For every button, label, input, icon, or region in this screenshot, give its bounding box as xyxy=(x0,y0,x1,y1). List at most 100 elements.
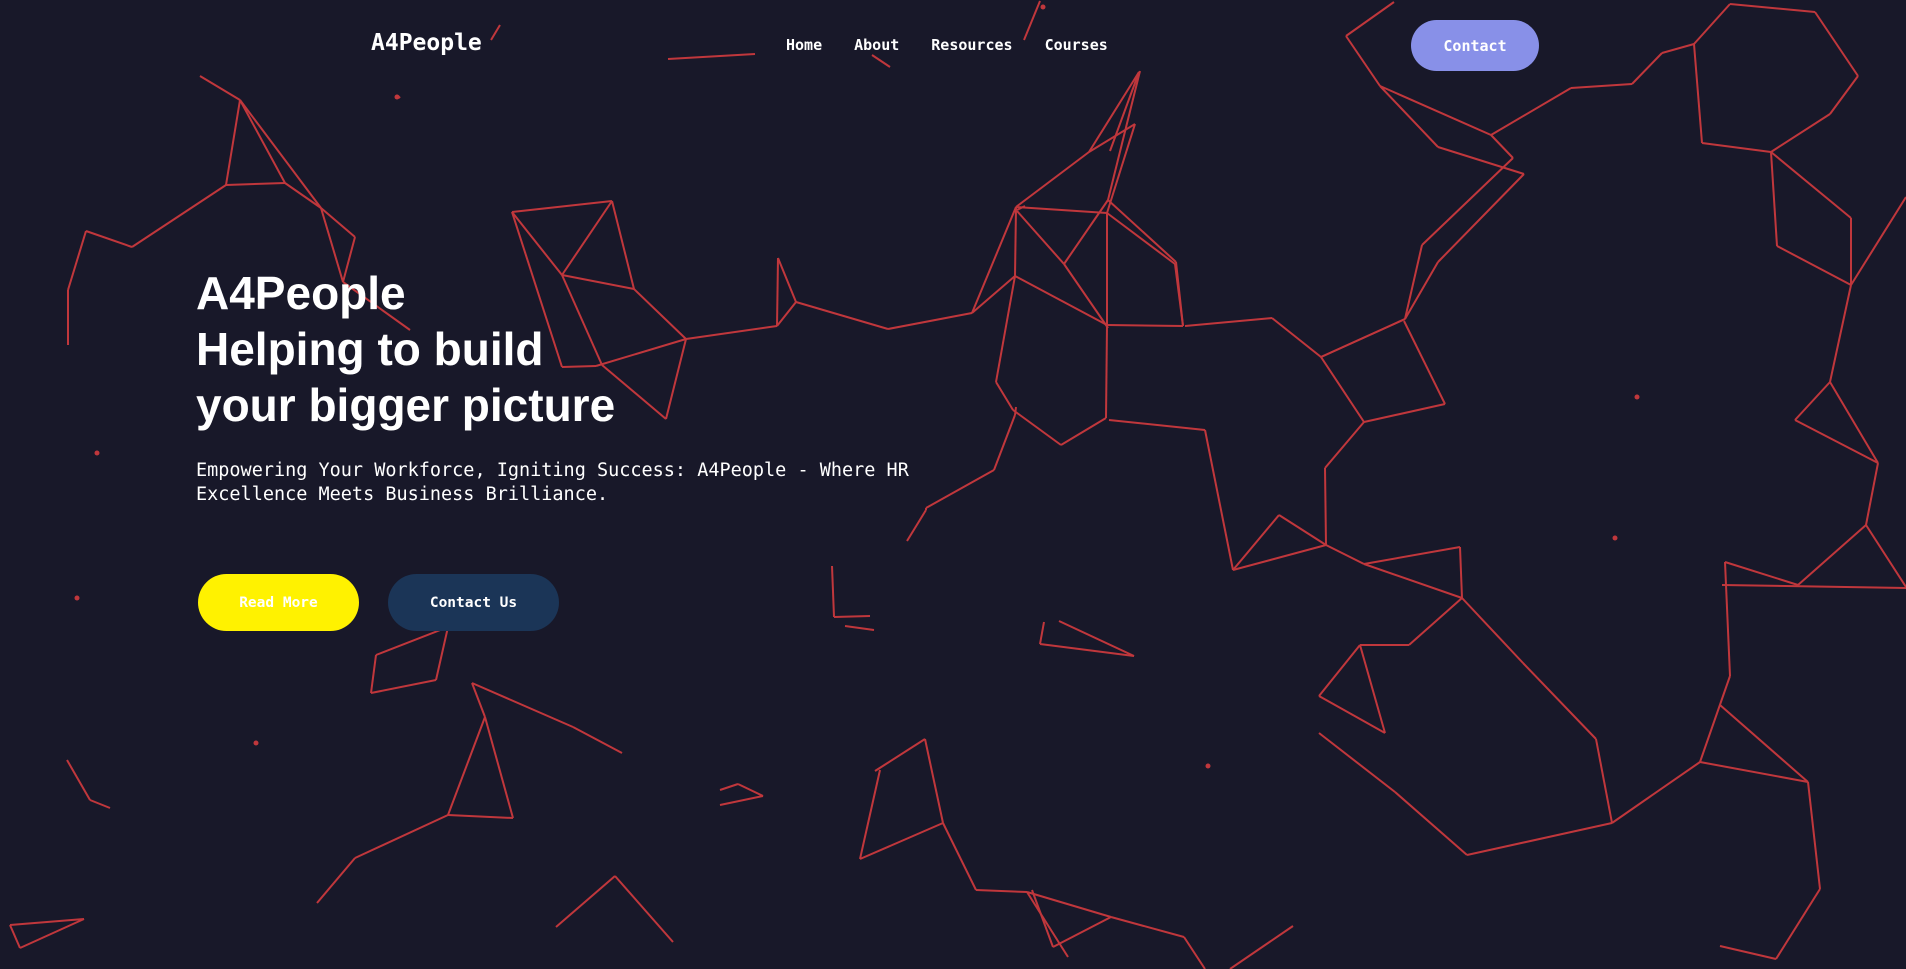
network-line xyxy=(447,814,514,819)
network-line xyxy=(859,769,881,860)
network-line xyxy=(447,716,486,816)
network-line xyxy=(1490,87,1572,136)
network-line xyxy=(284,182,322,209)
hero-section: A4People Helping to build your bigger pi… xyxy=(196,265,996,507)
network-line xyxy=(844,625,875,631)
nav-home-link[interactable]: Home xyxy=(786,36,822,54)
hero-title-line: Helping to build xyxy=(196,323,544,375)
network-line xyxy=(1063,263,1109,329)
network-dot xyxy=(1205,763,1211,769)
network-line xyxy=(67,230,87,291)
network-line xyxy=(1459,546,1463,599)
network-line xyxy=(66,759,91,801)
network-line xyxy=(1359,644,1386,734)
network-line xyxy=(1850,196,1906,286)
hero-title: A4People Helping to build your bigger pi… xyxy=(196,265,996,433)
network-line xyxy=(89,799,111,809)
network-line xyxy=(1318,644,1361,697)
network-line xyxy=(1278,514,1327,546)
network-line xyxy=(737,783,764,797)
network-line xyxy=(1724,561,1799,586)
network-dot xyxy=(253,740,259,746)
network-line xyxy=(1770,113,1831,153)
network-line xyxy=(1466,822,1613,856)
network-line xyxy=(1183,936,1206,969)
network-line xyxy=(435,626,449,681)
network-line xyxy=(1175,261,1184,327)
network-line xyxy=(1015,151,1090,208)
network-line xyxy=(1721,584,1906,589)
network-line xyxy=(906,509,927,542)
network-line xyxy=(1106,324,1184,327)
network-line xyxy=(484,716,514,819)
network-line xyxy=(1318,732,1396,793)
network-line xyxy=(1404,261,1439,320)
network-line xyxy=(1379,85,1492,136)
network-line xyxy=(942,822,977,891)
network-line xyxy=(1775,888,1821,960)
nav-contact-button[interactable]: Contact xyxy=(1411,20,1539,71)
network-line xyxy=(874,738,926,772)
network-line xyxy=(1039,621,1045,645)
network-line xyxy=(719,783,739,791)
network-line xyxy=(1719,945,1777,960)
network-line xyxy=(833,615,871,618)
network-line xyxy=(1184,317,1273,327)
network-line xyxy=(1105,324,1108,419)
network-line xyxy=(995,275,1016,383)
network-line xyxy=(1829,284,1852,383)
read-more-button[interactable]: Read More xyxy=(198,574,359,631)
network-line xyxy=(555,875,616,928)
network-line xyxy=(975,889,1028,893)
network-line xyxy=(370,654,377,694)
main-menu: Home About Resources Courses xyxy=(786,36,1108,54)
network-line xyxy=(1865,462,1879,526)
network-dot xyxy=(74,595,80,601)
network-line xyxy=(1060,417,1107,446)
network-line xyxy=(1770,151,1852,219)
network-line xyxy=(1490,134,1514,159)
network-line xyxy=(1770,151,1778,247)
network-line xyxy=(1701,142,1772,153)
network-dot xyxy=(94,450,100,456)
network-line xyxy=(1324,467,1327,546)
network-line xyxy=(316,857,356,904)
network-line xyxy=(1232,544,1327,571)
network-line xyxy=(1016,210,1065,265)
network-line xyxy=(511,200,613,213)
hero-subtitle: Empowering Your Workforce, Igniting Succ… xyxy=(196,460,909,505)
network-line xyxy=(1522,662,1597,740)
network-line xyxy=(239,99,322,209)
network-line xyxy=(1014,275,1108,326)
network-line xyxy=(1363,546,1461,565)
network-line xyxy=(1394,791,1468,856)
contact-us-button[interactable]: Contact Us xyxy=(388,574,559,631)
hero-title-line: A4People xyxy=(196,267,406,319)
network-line xyxy=(1015,206,1108,214)
network-dot xyxy=(394,94,400,100)
brand-logo[interactable]: A4People xyxy=(371,30,482,56)
network-line xyxy=(1403,320,1446,405)
nav-resources-link[interactable]: Resources xyxy=(931,36,1012,54)
network-line xyxy=(1724,561,1731,677)
network-line xyxy=(1107,199,1177,263)
network-line xyxy=(1865,524,1906,588)
network-line xyxy=(370,679,437,694)
network-line xyxy=(1232,514,1280,571)
network-line xyxy=(1363,563,1463,599)
network-line xyxy=(1324,421,1365,469)
network-line xyxy=(561,200,613,276)
nav-about-link[interactable]: About xyxy=(854,36,899,54)
network-line xyxy=(471,682,574,728)
network-line xyxy=(1110,916,1185,938)
network-line xyxy=(1012,409,1062,446)
network-dot xyxy=(1634,394,1640,400)
network-line xyxy=(239,99,286,184)
nav-courses-link[interactable]: Courses xyxy=(1045,36,1108,54)
network-line xyxy=(1320,356,1365,423)
network-line xyxy=(1108,419,1206,431)
network-line xyxy=(1719,704,1809,783)
network-line xyxy=(1320,318,1406,358)
network-line xyxy=(1229,925,1294,969)
network-line xyxy=(1325,544,1365,565)
